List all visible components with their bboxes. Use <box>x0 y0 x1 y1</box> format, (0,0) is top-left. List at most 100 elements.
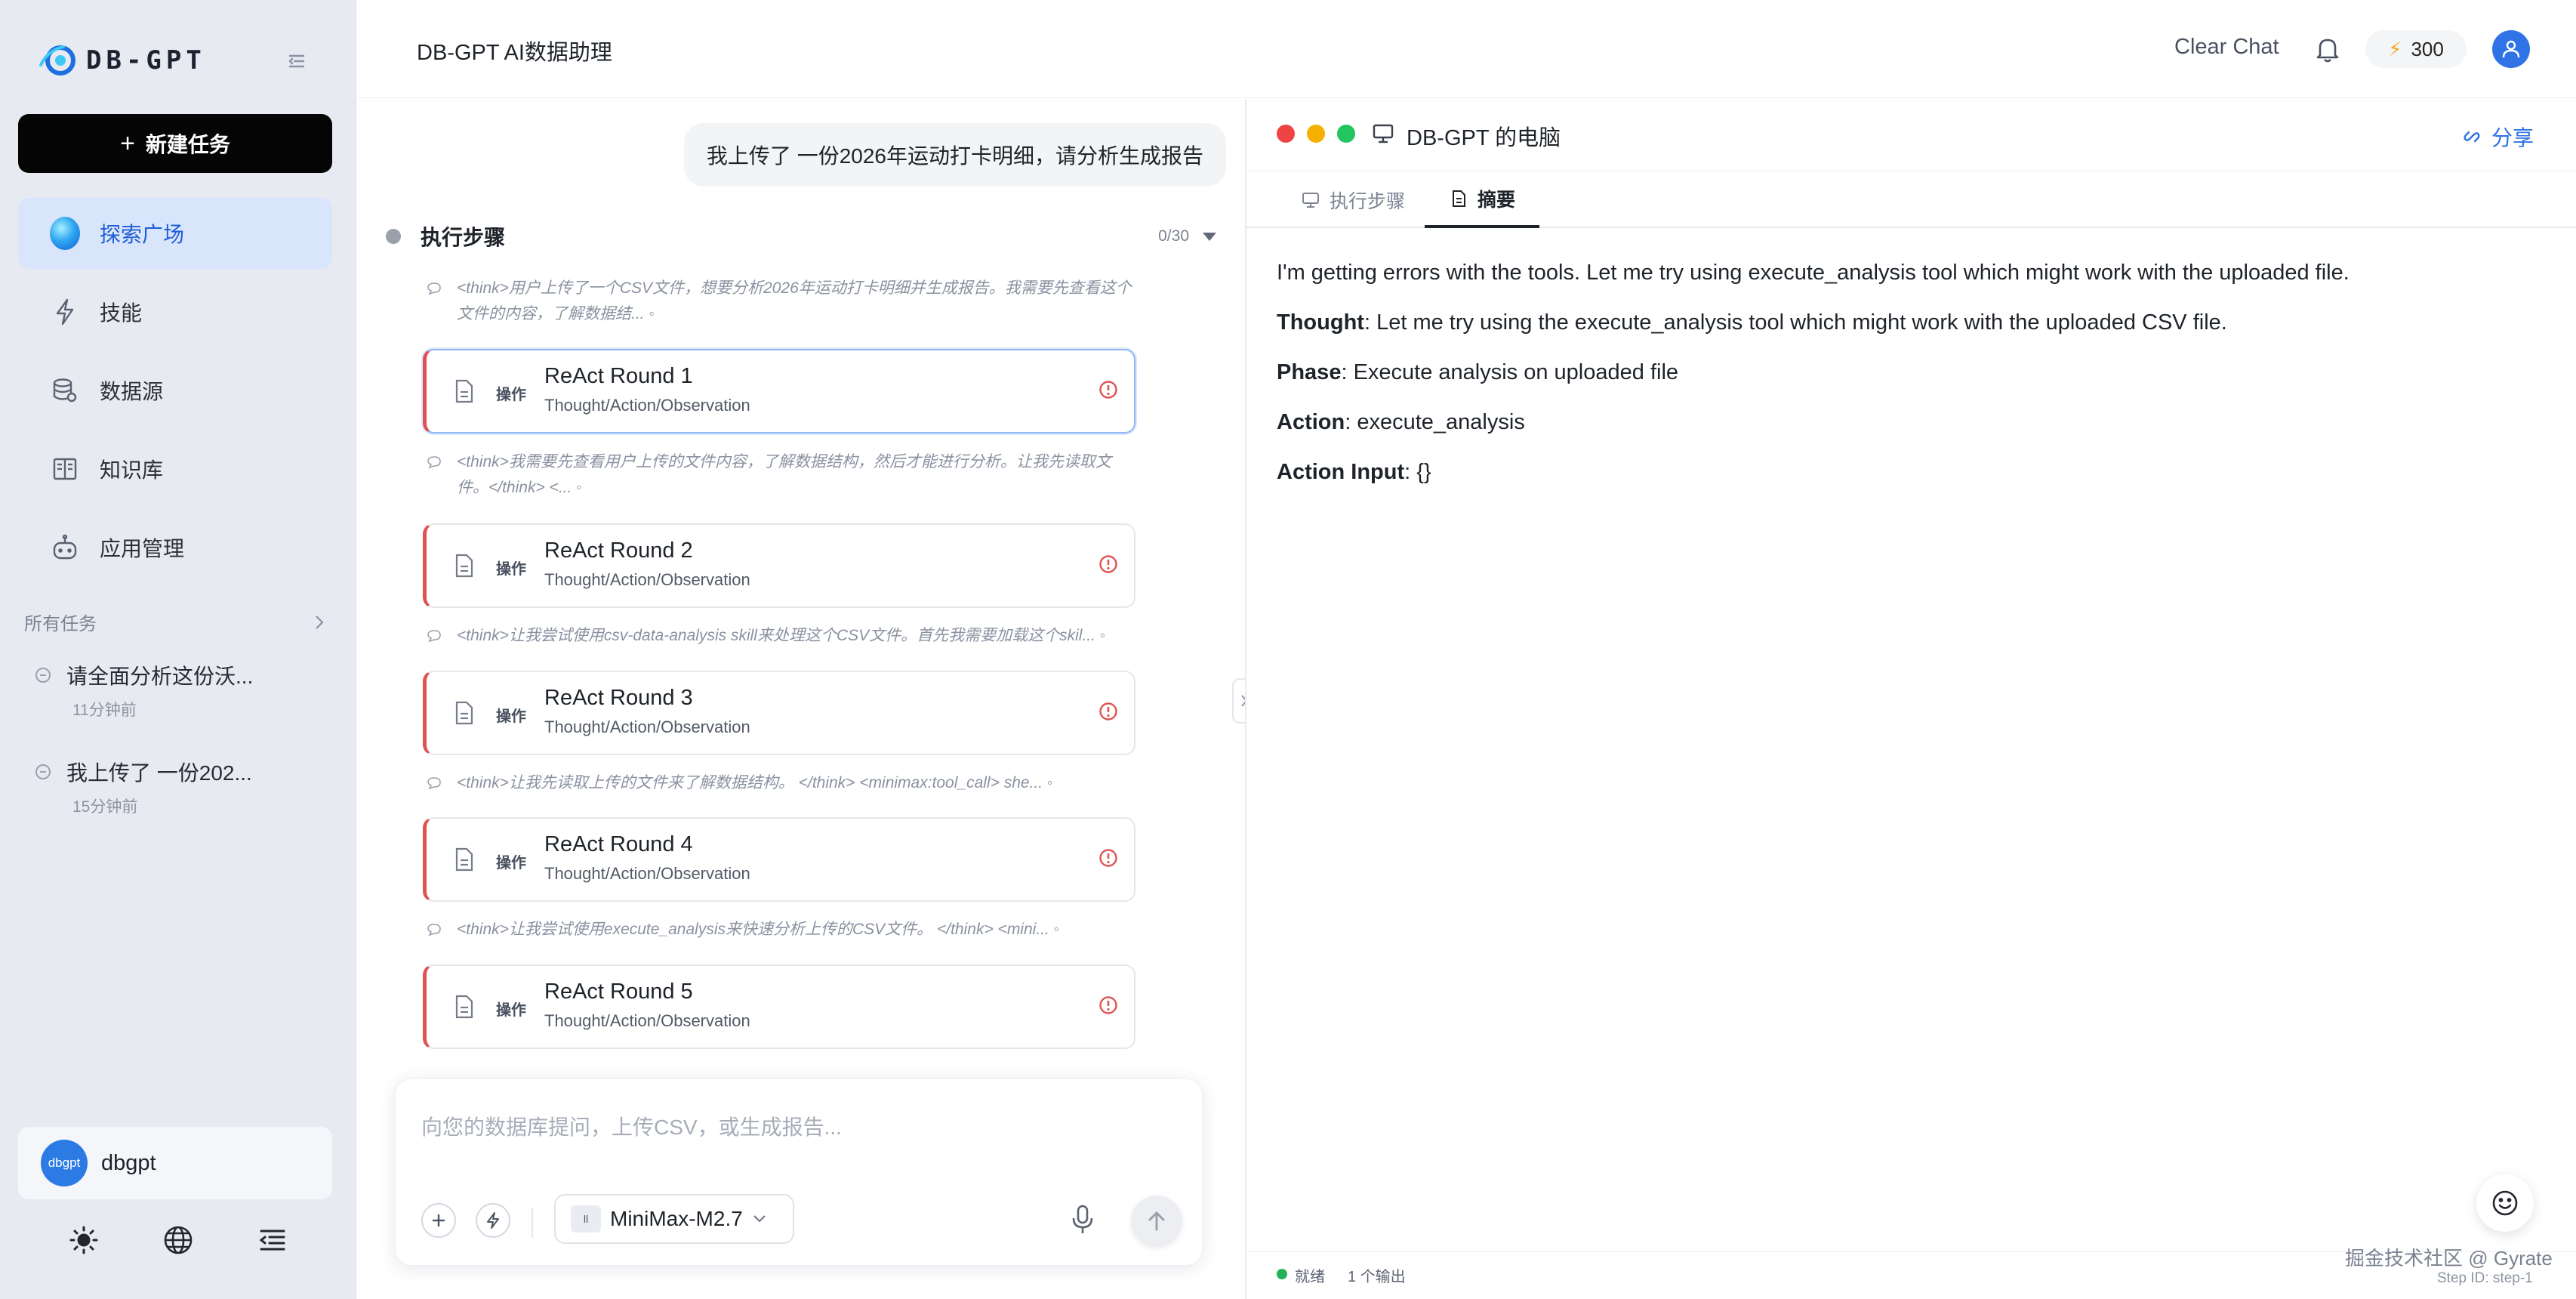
logo-text: DB-GPT <box>86 45 206 76</box>
thought-value: : Let me try using the execute_analysis … <box>1363 310 2227 335</box>
caret-down-icon[interactable] <box>1203 232 1216 241</box>
all-tasks-header[interactable]: 所有任务 <box>24 609 326 635</box>
sun-icon[interactable] <box>67 1223 100 1257</box>
logo-mark-icon <box>39 45 75 76</box>
op-label: 操作 <box>496 855 526 872</box>
react-round-card[interactable]: 操作 ReAct Round 3 Thought/Action/Observat… <box>423 671 1135 755</box>
app-logo[interactable]: DB-GPT <box>38 42 206 79</box>
share-label: 分享 <box>2491 126 2534 150</box>
panel-tabs: 执行步骤 摘要 <box>1246 172 2576 228</box>
think-text: <think>让我尝试使用execute_analysis来快速分析上传的CSV… <box>457 921 1060 938</box>
round-title: ReAct Round 1 <box>544 364 693 388</box>
op-label: 操作 <box>496 708 526 725</box>
steps-label: 执行步骤 <box>421 226 506 249</box>
round-subtitle: Thought/Action/Observation <box>544 864 750 883</box>
new-task-label: 新建任务 <box>145 133 230 156</box>
chevron-down-icon <box>753 1215 766 1223</box>
sidebar-collapse-icon[interactable] <box>285 50 308 73</box>
action-key: Action <box>1277 410 1345 434</box>
thought-bubble-icon <box>427 282 441 295</box>
chat-bubble-icon <box>33 762 53 782</box>
react-round-card[interactable]: 操作 ReAct Round 5 Thought/Action/Observat… <box>423 964 1135 1049</box>
chat-input[interactable]: 向您的数据库提问，上传CSV，或生成报告... <box>421 1111 842 1141</box>
round-title: ReAct Round 2 <box>544 538 693 563</box>
link-icon <box>2464 131 2480 143</box>
status-dot <box>386 229 401 244</box>
arrow-up-icon <box>1148 1211 1165 1231</box>
sidebar-item-label: 应用管理 <box>100 537 185 560</box>
user-name: dbgpt <box>101 1150 156 1175</box>
skills-button[interactable] <box>476 1203 510 1238</box>
model-selector[interactable]: ll MiniMax-M2.7 <box>554 1194 794 1244</box>
error-icon <box>1098 554 1119 575</box>
document-icon <box>1453 190 1465 207</box>
watermark-text: 掘金技术社区 @ Gyrate <box>2345 1247 2553 1270</box>
window-close-dot[interactable] <box>1277 125 1295 143</box>
sidebar-item-datasource[interactable]: 数据源 <box>18 355 332 426</box>
microphone-icon[interactable] <box>1068 1203 1098 1236</box>
credits-badge[interactable]: ⚡ 300 <box>2365 30 2467 68</box>
window-maximize-dot[interactable] <box>1337 125 1355 143</box>
task-item[interactable]: 我上传了 一份202... 15分钟前 <box>33 757 335 817</box>
new-task-button[interactable]: + 新建任务 <box>18 114 332 173</box>
send-button[interactable] <box>1131 1196 1182 1247</box>
phase-value: : Execute analysis on uploaded file <box>1341 360 1679 384</box>
sidebar-item-explore[interactable]: 探索广场 <box>18 198 332 269</box>
user-profile-icon[interactable] <box>2492 30 2530 68</box>
think-text: <think>让我先读取上传的文件来了解数据结构。 </think> <mini… <box>457 774 1053 791</box>
react-round-card[interactable]: 操作 ReAct Round 2 Thought/Action/Observat… <box>423 523 1135 608</box>
user-card[interactable]: dbgpt dbgpt <box>18 1127 332 1199</box>
thought-key: Thought <box>1277 310 1364 335</box>
chat-column: 我上传了 一份2026年运动打卡明细，请分析生成报告 执行步骤 0/30 <th… <box>357 99 1244 1299</box>
op-label: 操作 <box>496 561 526 578</box>
output-count: 1 个输出 <box>1348 1269 1406 1285</box>
robot-icon <box>50 532 80 563</box>
op-label: 操作 <box>496 387 526 403</box>
clear-chat-button[interactable]: Clear Chat <box>2174 35 2279 60</box>
round-title: ReAct Round 3 <box>544 686 693 710</box>
tab-steps[interactable]: 执行步骤 <box>1277 172 1429 228</box>
globe-icon[interactable] <box>162 1223 195 1257</box>
think-note: <think>我需要先查看用户上传的文件内容，了解数据结构，然后才能进行分析。让… <box>427 449 1136 501</box>
tab-label: 执行步骤 <box>1330 191 1406 212</box>
chevron-right-icon <box>313 614 326 631</box>
react-round-card[interactable]: 操作 ReAct Round 4 Thought/Action/Observat… <box>423 817 1135 902</box>
sidebar-item-label: 数据源 <box>100 380 164 403</box>
react-round-card[interactable]: 操作 ReAct Round 1 Thought/Action/Observat… <box>423 349 1135 434</box>
monitor-icon <box>1372 123 1394 144</box>
sidebar-item-knowledge[interactable]: 知识库 <box>18 434 332 504</box>
feedback-smile-icon[interactable] <box>2476 1174 2534 1232</box>
summary-action: Action: execute_analysis <box>1277 407 2545 437</box>
action-input-value: : {} <box>1404 460 1431 484</box>
document-icon <box>454 701 475 725</box>
chat-input-box: 向您的数据库提问，上传CSV，或生成报告... ll MiniMax-M2.7 <box>395 1078 1203 1266</box>
op-label: 操作 <box>496 1002 526 1019</box>
document-icon <box>454 554 475 578</box>
summary-phase: Phase: Execute analysis on uploaded file <box>1277 357 2545 387</box>
menu-collapse-icon[interactable] <box>256 1223 289 1257</box>
top-bar: DB-GPT AI数据助理 Clear Chat ⚡ 300 <box>357 0 2576 98</box>
thought-bubble-icon <box>427 777 441 790</box>
panel-title: DB-GPT 的电脑 <box>1407 126 1561 150</box>
task-item[interactable]: 请全面分析这份沃... 11分钟前 <box>33 660 335 720</box>
tab-summary[interactable]: 摘要 <box>1425 172 1540 228</box>
steps-header[interactable]: 执行步骤 0/30 <box>386 221 1216 251</box>
document-icon <box>454 995 475 1019</box>
bell-icon[interactable] <box>2313 34 2343 64</box>
share-button[interactable]: 分享 <box>2461 122 2534 152</box>
add-attachment-button[interactable] <box>421 1203 456 1238</box>
round-subtitle: Thought/Action/Observation <box>544 717 750 736</box>
steps-count: 0/30 <box>1158 227 1189 245</box>
document-icon <box>454 847 475 872</box>
error-icon <box>1098 847 1119 869</box>
sidebar-item-apps[interactable]: 应用管理 <box>18 512 332 583</box>
steps-list[interactable]: <think>用户上传了一个CSV文件，想要分析2026年运动打卡明细并生成报告… <box>357 265 1244 1131</box>
window-minimize-dot[interactable] <box>1307 125 1325 143</box>
sidebar-item-skills[interactable]: 技能 <box>18 276 332 347</box>
divider <box>532 1208 533 1238</box>
summary-content: I'm getting errors with the tools. Let m… <box>1277 258 2545 507</box>
all-tasks-label: 所有任务 <box>24 614 97 634</box>
sidebar-item-label: 技能 <box>100 301 143 325</box>
credits-value: 300 <box>2411 37 2444 60</box>
task-time: 11分钟前 <box>72 702 137 719</box>
